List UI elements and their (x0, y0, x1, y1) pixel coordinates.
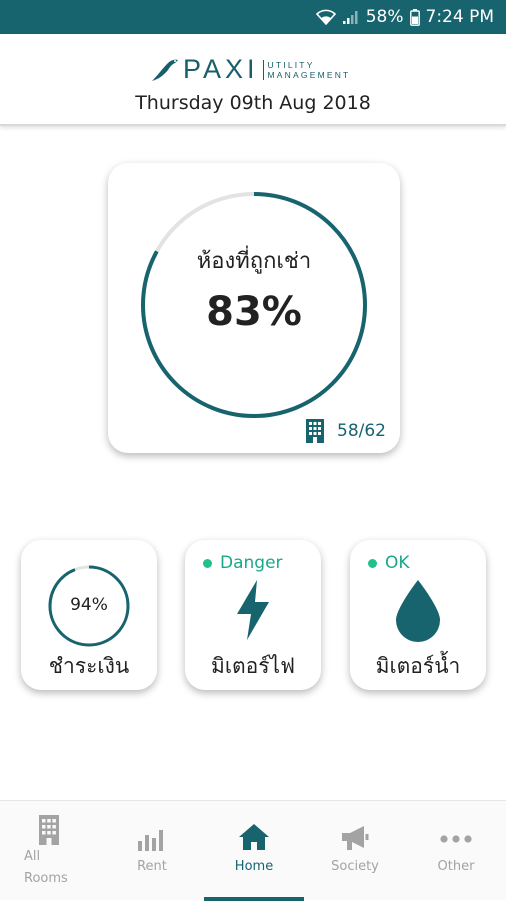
lightning-icon (237, 580, 269, 640)
water-meter-label: มิเตอร์น้ำ (375, 654, 461, 678)
occupancy-title: ห้องที่ถูกเช่า (196, 249, 312, 274)
nav-rent-label: Rent (137, 859, 167, 874)
bottom-navigation: All Rooms Rent Home Society Other (0, 800, 506, 901)
status-dot (368, 558, 377, 568)
logo-sub-line1: UTILITY (267, 59, 315, 70)
clock: 7:24 PM (425, 7, 495, 27)
more-dots-icon (440, 835, 472, 843)
battery-percent: 58% (365, 7, 404, 27)
nav-society-label: Society (331, 859, 379, 874)
home-icon (239, 824, 269, 850)
water-status-text: OK (385, 553, 410, 573)
app-header: PAXI UTILITY MANAGEMENT Thursday 09th Au… (0, 34, 506, 126)
nav-rent[interactable]: Rent (106, 801, 198, 901)
electric-meter-card[interactable]: Danger มิเตอร์ไฟ (185, 540, 321, 690)
occupancy-card[interactable]: ห้องที่ถูกเช่า 83% 58/62 (108, 163, 400, 453)
status-bar: 58% 7:24 PM (0, 0, 506, 34)
nav-all-rooms[interactable]: All Rooms (0, 801, 96, 901)
bird-logo-icon (152, 59, 178, 81)
electric-status-text: Danger (220, 553, 283, 573)
logo-sub-line2: MANAGEMENT (267, 69, 351, 80)
water-meter-card[interactable]: OK มิเตอร์น้ำ (350, 540, 486, 690)
nav-other-label: Other (437, 859, 475, 874)
nav-home[interactable]: Home (204, 801, 304, 901)
nav-home-label: Home (234, 859, 274, 874)
room-count-value: 58/62 (337, 421, 386, 441)
status-dot (203, 558, 212, 568)
water-drop-icon (396, 580, 440, 642)
nav-society[interactable]: Society (308, 801, 402, 901)
electric-status: Danger (203, 553, 283, 573)
nav-all-rooms-label-1: All (24, 849, 41, 864)
current-date: Thursday 09th Aug 2018 (135, 92, 371, 114)
wifi-icon (315, 9, 336, 25)
payment-percent: 94% (70, 595, 108, 615)
megaphone-icon (342, 826, 369, 850)
battery-icon (409, 8, 420, 26)
building-icon (306, 419, 324, 443)
occupancy-percent: 83% (206, 289, 302, 335)
electric-meter-label: มิเตอร์ไฟ (211, 654, 295, 678)
nav-all-rooms-label-2: Rooms (24, 871, 68, 886)
room-count: 58/62 (305, 419, 386, 443)
logo-subtitle: UTILITY MANAGEMENT (262, 59, 351, 80)
nav-other[interactable]: Other (408, 801, 504, 901)
bar-chart-icon (138, 830, 163, 851)
payment-label: ชำระเงิน (48, 654, 130, 678)
active-tab-indicator (204, 897, 304, 901)
water-status: OK (368, 553, 410, 573)
payment-card[interactable]: 94% ชำระเงิน (21, 540, 157, 690)
logo-text: PAXI (183, 54, 259, 84)
building-icon (39, 815, 59, 845)
signal-icon (342, 9, 360, 25)
paxi-logo: PAXI UTILITY MANAGEMENT (150, 54, 350, 85)
